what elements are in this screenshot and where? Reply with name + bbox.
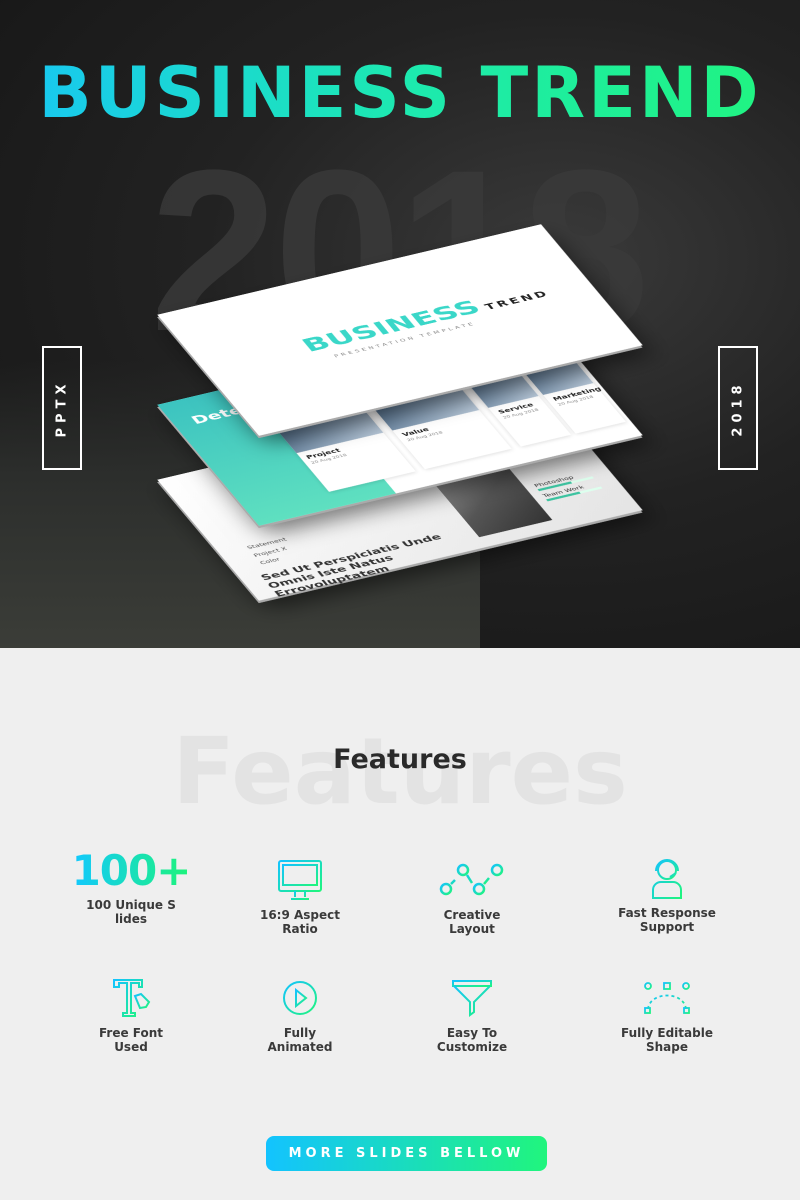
support-agent-icon: [582, 856, 752, 900]
feature-customize: Easy To Customize: [387, 976, 557, 1054]
feature-unique-slides: 100+ 100 Unique S lides: [71, 845, 192, 927]
feature-free-font: Free Font Used: [46, 976, 216, 1054]
more-slides-button[interactable]: MORE SLIDES BELLOW: [266, 1136, 547, 1171]
feature-animated: Fully Animated: [215, 976, 385, 1054]
hero-title: BUSINESS TREND: [0, 52, 800, 134]
play-icon: [215, 976, 385, 1020]
funnel-icon: [387, 976, 557, 1020]
feature-creative-layout: Creative Layout: [387, 858, 557, 936]
feature-support: Fast Response Support: [582, 856, 752, 934]
slide-logo: BUSINESSTREND: [296, 289, 552, 357]
monitor-icon: [215, 858, 385, 902]
hero-banner: 2018 BUSINESS TREND PPTX 2018 Statement …: [0, 0, 800, 648]
features-title: Features: [333, 744, 467, 775]
year-tag: 2018: [718, 346, 758, 470]
pptx-tag: PPTX: [42, 346, 82, 470]
features-section: Features Features 100+ 100 Unique S lide…: [0, 648, 800, 1200]
feature-aspect-ratio: 16:9 Aspect Ratio: [215, 858, 385, 936]
line-graph-icon: [387, 858, 557, 902]
font-pen-icon: [46, 976, 216, 1020]
bezier-icon: [582, 976, 752, 1020]
100-plus-badge: 100+: [71, 845, 192, 895]
check-item: Color: [258, 556, 282, 566]
feature-editable-shape: Fully Editable Shape: [582, 976, 752, 1054]
skill-bars: Photoshop Team Work: [533, 471, 603, 502]
